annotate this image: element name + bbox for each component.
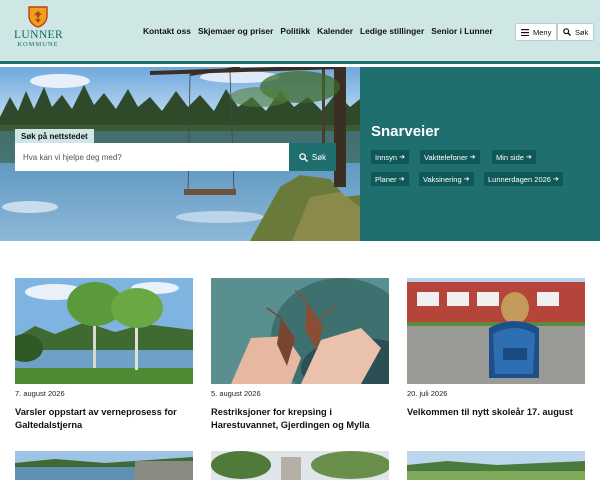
top-navigation: Kontakt oss Skjemaer og priser Politikk … xyxy=(143,26,493,36)
news-title[interactable]: Varsler oppstart av verneprosess for Gal… xyxy=(15,406,193,432)
shortcut-label: Vaksinering xyxy=(423,174,462,184)
shortcut-label: Lunnerdagen 2026 xyxy=(488,174,551,184)
news-date: 5. august 2026 xyxy=(211,389,261,398)
arrow-right-icon: ➔ xyxy=(398,176,405,183)
site-search-button[interactable]: Søk xyxy=(289,143,336,171)
news-title[interactable]: Velkommen til nytt skoleår 17. august xyxy=(407,406,585,419)
coat-of-arms-icon xyxy=(28,6,48,28)
logo[interactable]: LUNNER KOMMUNE xyxy=(14,6,64,58)
arrow-right-icon: ➔ xyxy=(399,154,405,161)
news-title[interactable]: Restriksjoner for krepsing i Harestuvann… xyxy=(211,406,389,432)
news-card[interactable]: 7. august 2026 Varsler oppstart av verne… xyxy=(15,278,193,432)
nav-link-kalender[interactable]: Kalender xyxy=(317,26,353,36)
nav-link-senior-i-lunner[interactable]: Senior i Lunner xyxy=(431,26,492,36)
shortcut-label: Min side xyxy=(496,152,524,162)
news-image[interactable] xyxy=(407,451,585,480)
shortcut-innsyn[interactable]: Innsyn ➔ xyxy=(371,150,409,164)
news-image xyxy=(407,278,585,384)
logo-name: LUNNER xyxy=(14,29,64,41)
news-image[interactable] xyxy=(211,451,389,480)
news-image xyxy=(15,278,193,384)
news-date: 20. juli 2026 xyxy=(407,389,448,398)
nav-link-kontakt-oss[interactable]: Kontakt oss xyxy=(143,26,191,36)
site-header: LUNNER KOMMUNE Kontakt oss Skjemaer og p… xyxy=(0,0,600,64)
search-icon xyxy=(563,28,571,36)
news-card[interactable]: 20. juli 2026 Velkommen til nytt skoleår… xyxy=(407,278,585,419)
header-search-label: Søk xyxy=(575,27,589,37)
shortcut-label: Vakttelefoner xyxy=(424,152,468,162)
arrow-right-icon: ➔ xyxy=(463,176,470,183)
site-search-input[interactable] xyxy=(15,143,289,171)
news-date: 7. august 2026 xyxy=(15,389,65,398)
shortcut-min-side[interactable]: Min side ➔ xyxy=(492,150,536,164)
nav-link-politikk[interactable]: Politikk xyxy=(280,26,310,36)
menu-button[interactable]: Meny xyxy=(515,23,558,41)
search-icon xyxy=(299,152,308,162)
nav-link-ledige-stillinger[interactable]: Ledige stillinger xyxy=(360,26,424,36)
news-image xyxy=(211,278,389,384)
arrow-right-icon: ➔ xyxy=(525,154,532,161)
nav-link-skjemaer-og-priser[interactable]: Skjemaer og priser xyxy=(198,26,273,36)
search-heading: Søk på nettstedet xyxy=(15,129,94,144)
arrow-right-icon: ➔ xyxy=(552,176,559,183)
shortcuts-title: Snarveier xyxy=(371,123,440,140)
logo-subtitle: KOMMUNE xyxy=(17,41,59,48)
news-image[interactable] xyxy=(15,451,193,480)
shortcut-vaksinering[interactable]: Vaksinering ➔ xyxy=(419,172,474,186)
hamburger-icon xyxy=(521,28,529,36)
header-search-button[interactable]: Søk xyxy=(557,23,595,41)
site-search-button-label: Søk xyxy=(311,152,327,162)
shortcut-label: Innsyn xyxy=(375,152,398,162)
news-card[interactable]: 5. august 2026 Restriksjoner for krepsin… xyxy=(211,278,389,432)
shortcut-label: Planer xyxy=(375,174,397,184)
menu-button-label: Meny xyxy=(533,27,552,37)
shortcut-planer[interactable]: Planer ➔ xyxy=(371,172,409,186)
shortcut-vakttelefoner[interactable]: Vakttelefoner ➔ xyxy=(420,150,480,164)
shortcut-lunnerdagen-2026[interactable]: Lunnerdagen 2026 ➔ xyxy=(484,172,563,186)
arrow-right-icon: ➔ xyxy=(469,154,476,161)
shortcuts-panel: Snarveier Innsyn ➔ Vakttelefoner ➔ Min sid… xyxy=(360,67,600,241)
